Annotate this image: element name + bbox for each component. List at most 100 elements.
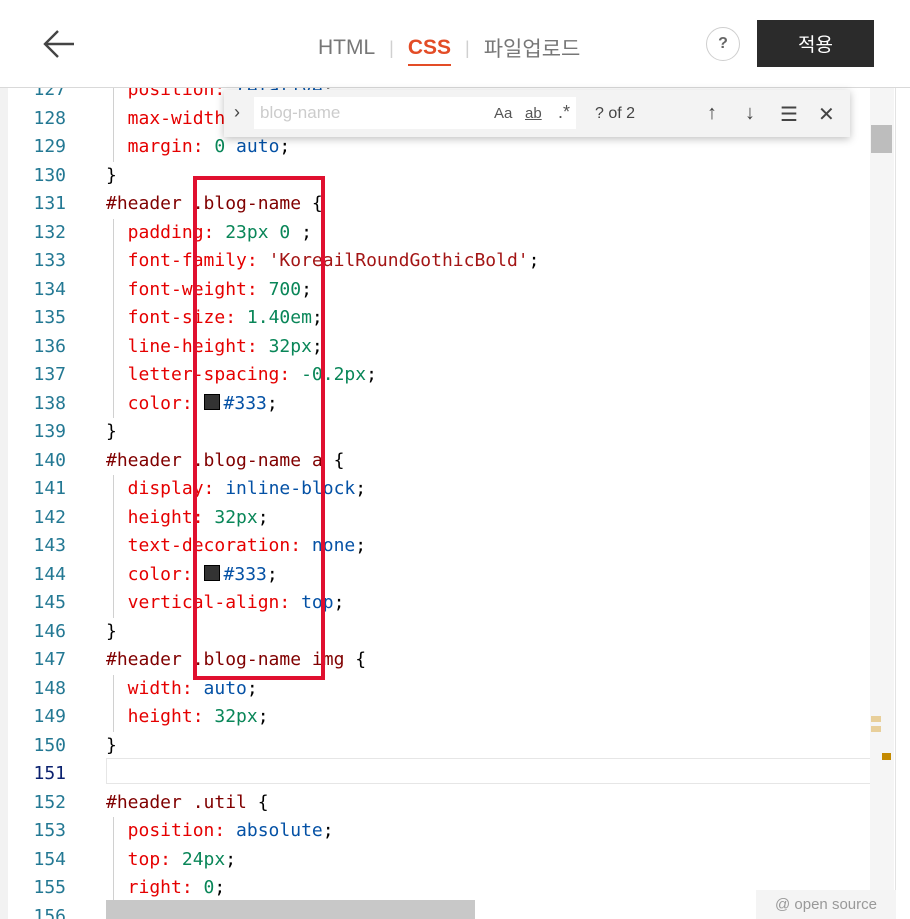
code-line[interactable]: 145 vertical-align: top; xyxy=(8,589,870,618)
code-line[interactable]: 135 font-size: 1.40em; xyxy=(8,304,870,333)
find-input[interactable] xyxy=(254,97,482,129)
line-number: 143 xyxy=(33,535,66,556)
apply-button[interactable]: 적용 xyxy=(757,20,874,67)
code-line[interactable]: 150} xyxy=(8,732,870,761)
code-line[interactable]: 138 color: #333; xyxy=(8,390,870,419)
close-find-icon[interactable]: ✕ xyxy=(818,102,835,127)
code-token: width: xyxy=(106,677,204,699)
code-line[interactable]: 136 line-height: 32px; xyxy=(8,333,870,362)
code-token: auto xyxy=(203,677,247,699)
line-number: 129 xyxy=(33,136,66,157)
find-in-selection-lines-icon[interactable]: ☰ xyxy=(780,102,798,127)
code-token: margin: xyxy=(106,136,215,157)
line-number: 144 xyxy=(33,563,66,585)
code-line[interactable]: 148 width: auto; xyxy=(8,675,870,704)
line-number: 149 xyxy=(33,706,66,727)
code-line[interactable]: 131 #header .blog-name { xyxy=(8,190,870,219)
line-number: 132 xyxy=(33,221,66,243)
code-token: ; xyxy=(214,877,226,898)
line-number: 130 xyxy=(33,164,66,186)
code-token: color: xyxy=(106,563,204,585)
code-line[interactable]: 129 margin: 0 auto; xyxy=(8,133,870,162)
code-token: ; xyxy=(355,478,367,499)
match-case-toggle[interactable]: Aa xyxy=(494,105,512,122)
code-line[interactable]: 146} xyxy=(8,618,870,647)
code-line[interactable]: 153 position: absolute; xyxy=(8,817,870,846)
code-line[interactable]: 137 letter-spacing: -0.2px; xyxy=(8,361,870,390)
code-line[interactable]: 141 display: inline-block; xyxy=(8,475,870,504)
code-line[interactable]: 143 text-decoration: none; xyxy=(8,532,870,561)
code-token: absolute xyxy=(236,820,323,841)
help-button[interactable]: ? xyxy=(706,27,740,61)
code-token: #header .util xyxy=(106,791,247,813)
code-token: color: xyxy=(106,392,204,414)
code-token: ; xyxy=(333,592,345,613)
code-line[interactable]: 152 #header .util { xyxy=(8,789,870,818)
code-line[interactable]: 132 padding: 23px 0 ; xyxy=(8,219,870,248)
line-number: 148 xyxy=(33,677,66,699)
line-number: 155 xyxy=(33,877,66,898)
code-token: 32px xyxy=(214,706,258,727)
horizontal-scrollbar-thumb[interactable] xyxy=(106,900,475,919)
back-arrow-icon[interactable] xyxy=(40,26,80,62)
code-token: 24px xyxy=(181,848,226,870)
code-token: { xyxy=(344,649,367,670)
match-count: ? of 2 xyxy=(595,105,636,122)
line-number: 152 xyxy=(33,791,66,813)
line-number: 134 xyxy=(33,278,66,300)
tab-separator: | xyxy=(465,37,470,58)
regex-toggle[interactable]: .* xyxy=(558,102,570,123)
code-token: } xyxy=(106,620,117,642)
indent-guide xyxy=(113,674,114,732)
code-line[interactable]: 139} xyxy=(8,418,870,447)
code-token: ; xyxy=(355,535,367,556)
next-match-arrow-down-icon[interactable]: ↓ xyxy=(745,102,755,125)
code-line[interactable]: 154 top: 24px; xyxy=(8,846,870,875)
tab-css[interactable]: CSS xyxy=(407,36,452,66)
line-number: 154 xyxy=(33,848,66,870)
code-line[interactable]: 151 xyxy=(8,760,870,789)
previous-match-arrow-up-icon[interactable]: ↑ xyxy=(707,102,717,125)
line-number: 153 xyxy=(33,820,66,841)
code-token: } xyxy=(106,734,117,756)
code-line[interactable]: 130} xyxy=(8,162,870,191)
code-line[interactable]: 142 height: 32px; xyxy=(8,504,870,533)
code-token: ; xyxy=(225,848,237,870)
code-token: position: xyxy=(106,820,237,841)
code-line[interactable]: 147 #header .blog-name img { xyxy=(8,646,870,675)
indent-guide xyxy=(113,88,114,162)
code-text: right: 0; xyxy=(106,874,226,903)
line-number: 138 xyxy=(33,392,66,414)
code-text: } xyxy=(106,418,117,447)
code-text: margin: 0 auto; xyxy=(106,133,291,162)
code-token: ; xyxy=(322,820,334,841)
code-token: ; xyxy=(528,250,540,271)
annotation-highlight-box xyxy=(193,176,325,680)
code-line[interactable]: 140 #header .blog-name a { xyxy=(8,447,870,476)
tab-file-upload[interactable]: 파일업로드 xyxy=(484,33,581,63)
code-token: 0 xyxy=(214,136,226,157)
line-number: 156 xyxy=(33,905,66,919)
code-text: } xyxy=(106,618,117,647)
code-line[interactable]: 155 right: 0; xyxy=(8,874,870,903)
line-number: 128 xyxy=(33,107,66,129)
code-line[interactable]: 134 font-weight: 700; xyxy=(8,276,870,305)
code-line[interactable]: 144 color: #333; xyxy=(8,561,870,590)
code-line[interactable]: 149 height: 32px; xyxy=(8,703,870,732)
open-source-link[interactable]: @ open source xyxy=(756,890,896,919)
toggle-replace-chevron-icon[interactable]: › xyxy=(234,102,240,123)
scrollbar-thumb[interactable] xyxy=(871,125,892,153)
whole-word-toggle[interactable]: ab xyxy=(525,105,542,122)
line-number: 145 xyxy=(33,592,66,613)
overview-ruler[interactable] xyxy=(870,88,894,919)
top-bar: HTML | CSS | 파일업로드 ? 적용 xyxy=(0,0,910,88)
code-editor[interactable]: 127 position: relative;128 max-width: 10… xyxy=(8,88,870,919)
code-text: position: absolute; xyxy=(106,817,334,846)
code-line[interactable]: 133 font-family: 'KoreailRoundGothicBold… xyxy=(8,247,870,276)
tab-html[interactable]: HTML xyxy=(318,36,375,60)
code-token: } xyxy=(106,421,117,442)
code-token: ; xyxy=(246,677,258,699)
line-number: 135 xyxy=(33,307,66,328)
find-input-box[interactable]: Aa ab .* xyxy=(254,97,576,129)
find-match-marker xyxy=(871,716,881,722)
